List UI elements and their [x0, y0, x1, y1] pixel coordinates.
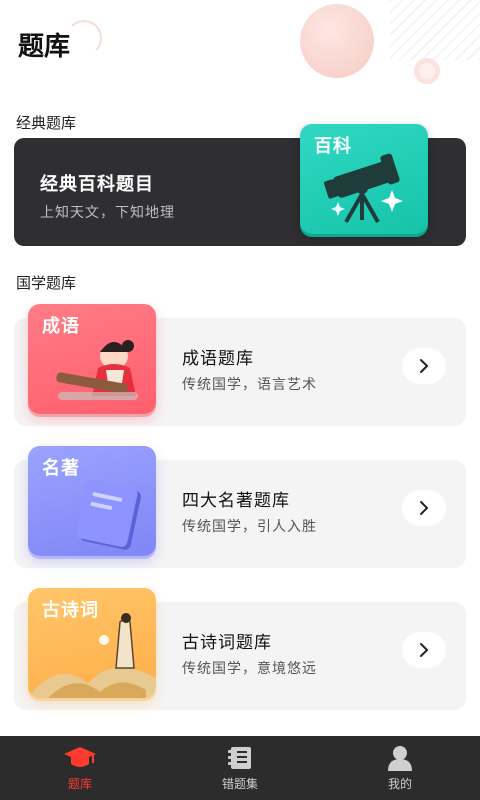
- nav-label: 错题集: [221, 776, 258, 791]
- classic-card-title: 经典百科题目: [40, 174, 154, 195]
- nav-label: 我的: [387, 776, 412, 791]
- nav-item-tiku[interactable]: 题库: [0, 736, 160, 800]
- decorative-ring: [414, 58, 440, 84]
- chevron-right-button[interactable]: [402, 490, 446, 526]
- list-item-subtitle: 传统国学，引人入胜: [182, 519, 317, 535]
- chevron-right-icon: [420, 359, 429, 373]
- user-icon: [388, 745, 412, 771]
- notebook-list-icon: [228, 746, 251, 769]
- nav-item-cuotiji[interactable]: 错题集: [160, 736, 320, 800]
- section-title-guoxue: 国学题库: [16, 274, 77, 292]
- mingzhu-tile[interactable]: 名著: [28, 446, 156, 556]
- nav-label: 题库: [67, 776, 92, 791]
- nav-item-wode[interactable]: 我的: [320, 736, 480, 800]
- bottom-nav: 题库 错题集 我的: [0, 736, 480, 800]
- chengyu-tile[interactable]: 成语: [28, 304, 156, 414]
- book-icon: [76, 479, 141, 550]
- list-item-subtitle: 传统国学，意境悠远: [182, 661, 317, 677]
- list-item-subtitle: 传统国学，语言艺术: [182, 377, 317, 393]
- gushici-tile[interactable]: 古诗词: [28, 588, 156, 698]
- classic-card-subtitle: 上知天文，下知地理: [40, 205, 175, 221]
- section-title-classic: 经典题库: [16, 114, 77, 132]
- list-item-title: 古诗词题库: [182, 633, 272, 653]
- chevron-right-button[interactable]: [402, 348, 446, 384]
- list-item-title: 成语题库: [182, 349, 254, 369]
- decorative-arc: [66, 20, 102, 56]
- telescope-icon: [323, 153, 403, 223]
- chevron-right-icon: [420, 501, 429, 515]
- decorative-stripes: [390, 0, 480, 60]
- graduation-cap-icon: [64, 746, 96, 767]
- list-item-title: 四大名著题库: [182, 491, 290, 511]
- chevron-right-button[interactable]: [402, 632, 446, 668]
- decorative-circle: [300, 4, 374, 78]
- baike-tile[interactable]: 百科: [300, 124, 428, 234]
- page-title: 题库: [18, 32, 71, 62]
- poet-mountain-illustration: [28, 613, 156, 698]
- scholar-guqin-illustration: [56, 340, 138, 400]
- chevron-right-icon: [420, 643, 429, 657]
